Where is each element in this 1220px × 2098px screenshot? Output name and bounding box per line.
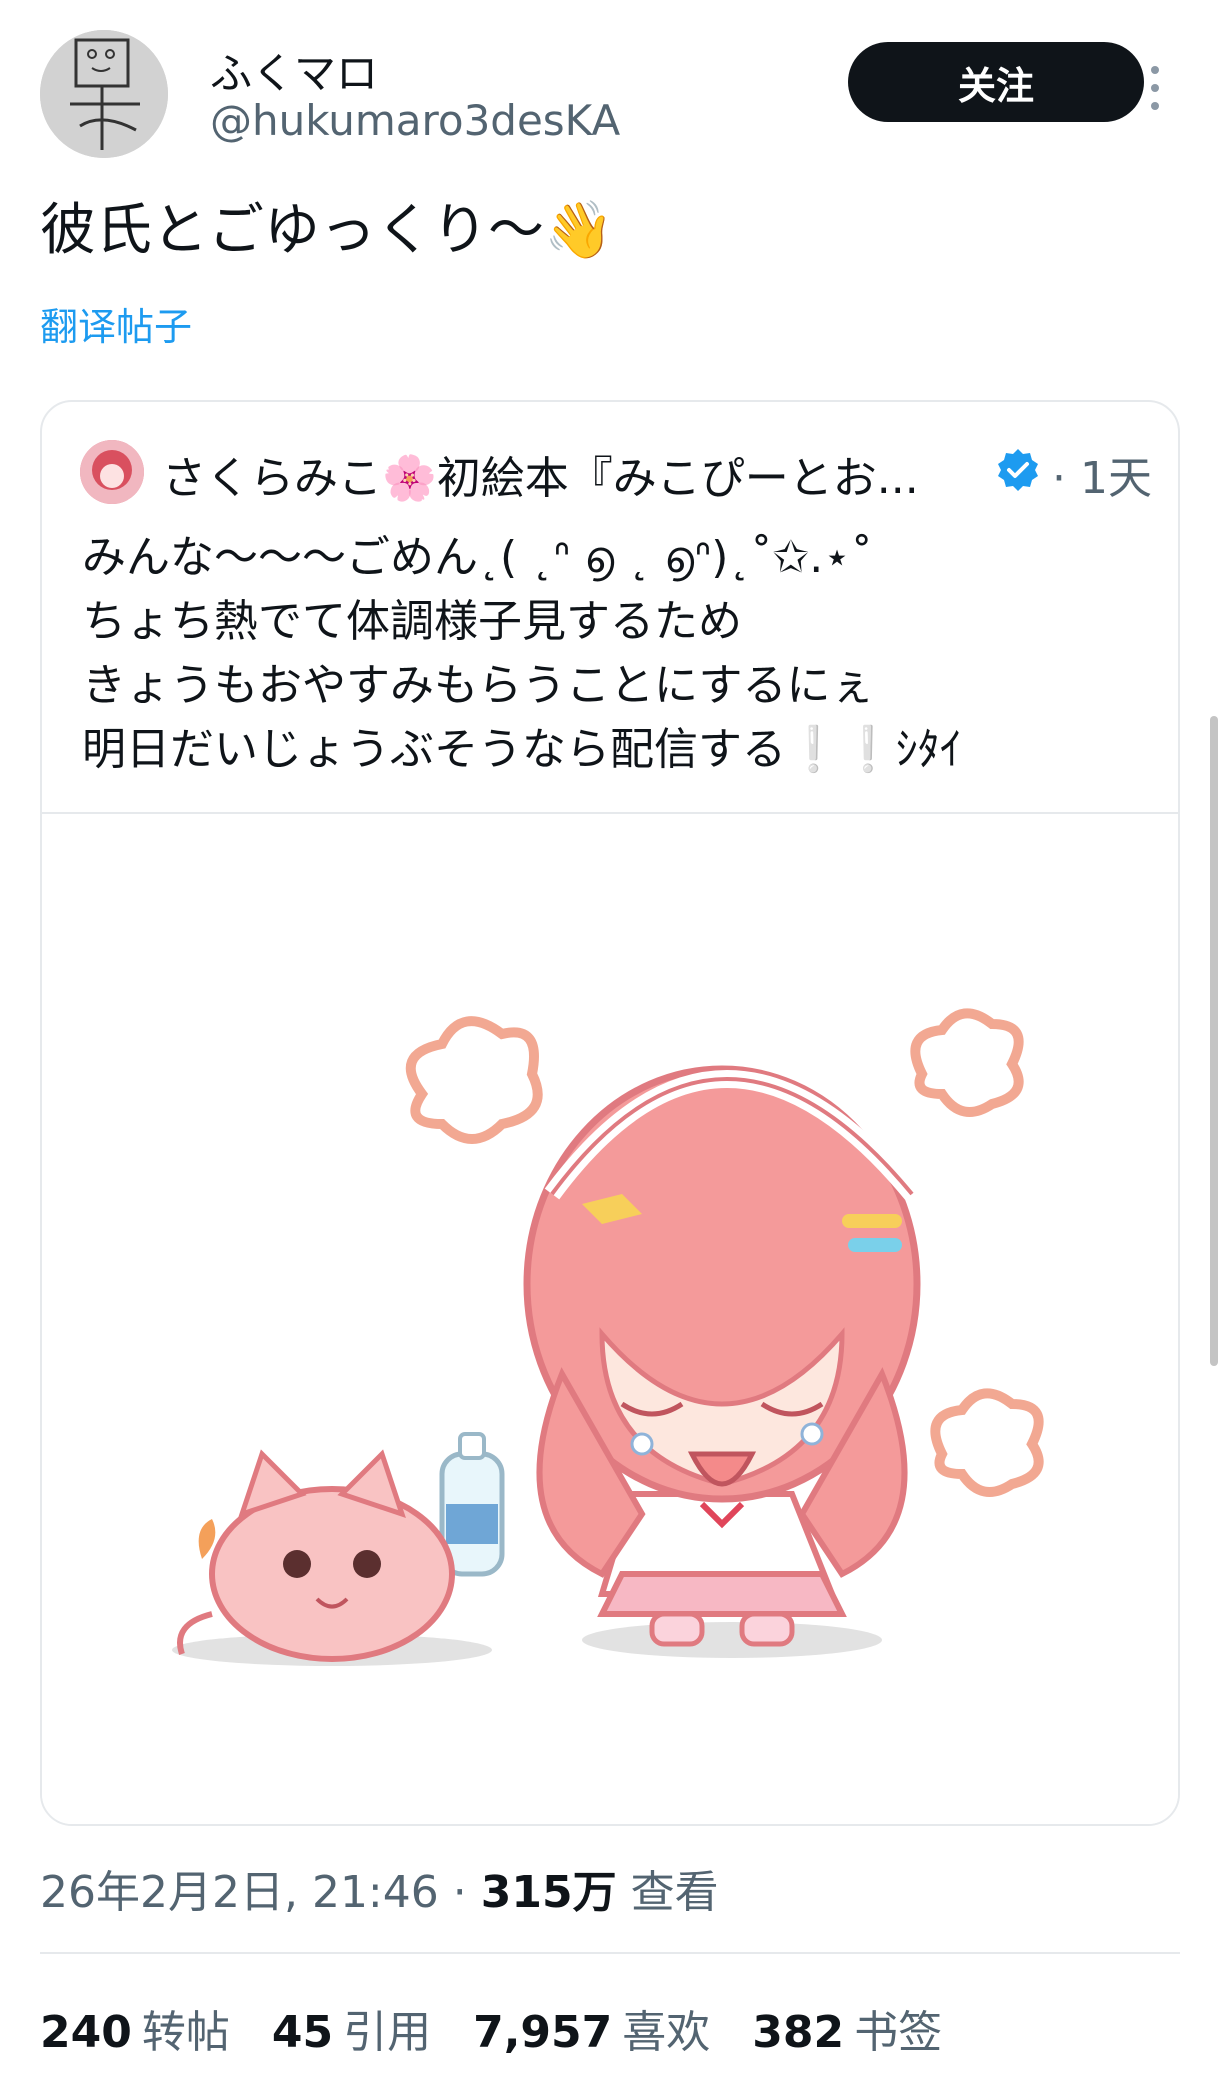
stat-bookmarks[interactable]: 382 书签 (752, 1996, 942, 2060)
quote-line: ちょち熱でて体調様子見するため (82, 596, 742, 647)
quote-text: みんな〜〜〜ごめん˛( ˛ᐢ ൭ ˛ ൭ᐢ)˛˚✩.⋆˚ ちょち熱でて体調様子見… (82, 526, 1142, 782)
stat-quotes[interactable]: 45 引用 (272, 1996, 431, 2060)
tweet-date: 26年2月2日, 21:46 (40, 1867, 439, 1918)
tweet-text: 彼氏とごゆっくり〜👋 (40, 198, 614, 263)
quote-author-name[interactable]: さくらみこ🌸初絵本『みこぴーとお... (162, 442, 1032, 506)
verified-badge-icon (998, 449, 1038, 491)
tweet-header: ふくマロ @hukumaro3desKA 关注 (40, 30, 1180, 160)
author-avatar[interactable] (40, 30, 168, 158)
bookmarks-count: 382 (752, 2007, 845, 2058)
likes-count: 7,957 (473, 2007, 613, 2058)
avatar-drawing-icon (40, 30, 168, 158)
sick-girl-illustration-icon (172, 1008, 1044, 1666)
quote-line: 明日だいじょうぶそうなら配信する❕❕ｼﾀｲ (82, 724, 962, 775)
quote-timestamp: · 1天 (1052, 453, 1152, 504)
quote-line: みんな〜〜〜ごめん˛( ˛ᐢ ൭ ˛ ൭ᐢ)˛˚✩.⋆˚ (82, 532, 873, 583)
divider (40, 1952, 1180, 1954)
views-label: 查看 (616, 1867, 719, 1918)
author-handle[interactable]: @hukumaro3desKA (210, 96, 620, 145)
follow-button[interactable]: 关注 (848, 42, 1144, 122)
tweet-meta: 26年2月2日, 21:46 · 315万 查看 (40, 1856, 719, 1920)
stat-likes[interactable]: 7,957 喜欢 (473, 1996, 710, 2060)
quotes-label: 引用 (343, 2007, 432, 2058)
bookmarks-label: 书签 (854, 2007, 943, 2058)
quotes-count: 45 (271, 2007, 334, 2058)
quote-line: きょうもおやすみもらうことにするにぇ (82, 660, 875, 711)
quote-author-avatar (80, 440, 144, 504)
views-count: 315万 (480, 1867, 617, 1918)
meta-separator: · (438, 1867, 481, 1918)
retweets-label: 转帖 (141, 2007, 230, 2058)
page-scrollbar[interactable] (1210, 716, 1218, 1366)
retweets-count: 240 (40, 2007, 132, 2058)
translate-post-link[interactable]: 翻译帖子 (40, 296, 192, 351)
quote-avatar-icon (80, 440, 144, 504)
quoted-tweet[interactable]: さくらみこ🌸初絵本『みこぴーとお... · 1天 みんな〜〜〜ごめん˛( ˛ᐢ … (40, 400, 1180, 1826)
likes-label: 喜欢 (622, 2007, 711, 2058)
stat-retweets[interactable]: 240 转帖 (40, 1996, 230, 2060)
quote-media-image[interactable] (42, 812, 1178, 1824)
more-options-icon[interactable] (1140, 58, 1170, 118)
engagement-stats: 240 转帖 45 引用 7,957 喜欢 382 书签 (40, 1996, 984, 2060)
author-name[interactable]: ふくマロ (210, 40, 378, 101)
